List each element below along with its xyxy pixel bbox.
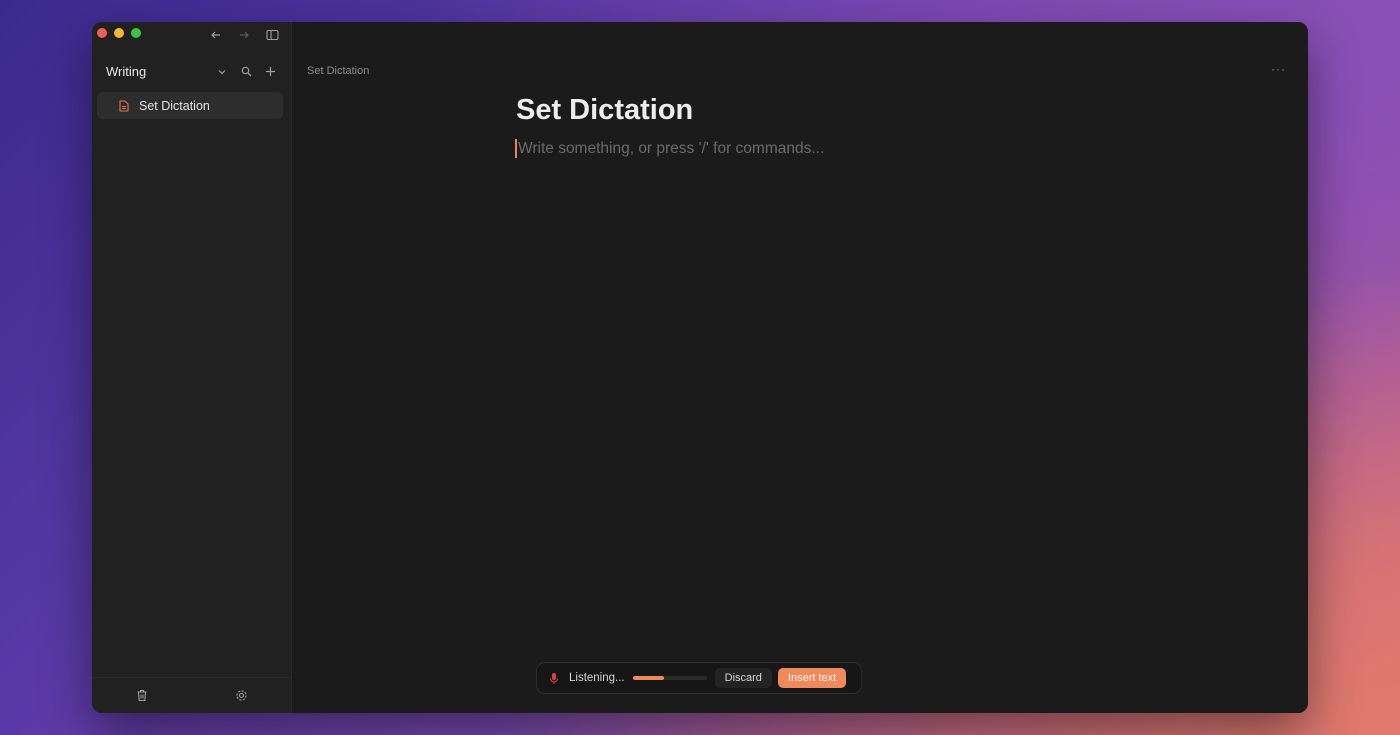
arrow-left-icon[interactable] bbox=[209, 28, 223, 42]
gear-icon[interactable] bbox=[234, 689, 248, 703]
sidebar: Writing Set Dictation bbox=[92, 22, 292, 713]
dictation-bar: Listening... Discard Insert text bbox=[536, 662, 862, 694]
insert-text-button[interactable]: Insert text bbox=[777, 668, 847, 688]
audio-level-fill bbox=[632, 676, 664, 680]
audio-level-meter bbox=[632, 676, 707, 680]
search-icon[interactable] bbox=[239, 65, 253, 79]
trash-icon[interactable] bbox=[135, 689, 149, 703]
page-title[interactable]: Set Dictation bbox=[516, 94, 693, 127]
editor-placeholder: Write something, or press '/' for comman… bbox=[518, 139, 825, 157]
text-caret bbox=[515, 139, 517, 158]
document-icon bbox=[119, 99, 131, 112]
sidebar-toolbar bbox=[209, 28, 279, 42]
minimize-window-button[interactable] bbox=[114, 28, 124, 38]
sidebar-footer bbox=[92, 677, 291, 713]
arrow-right-icon[interactable] bbox=[237, 28, 251, 42]
workspace-actions bbox=[215, 65, 277, 79]
plus-icon[interactable] bbox=[263, 65, 277, 79]
traffic-lights bbox=[97, 28, 141, 38]
editor-body[interactable]: Write something, or press '/' for comman… bbox=[515, 139, 824, 158]
zoom-window-button[interactable] bbox=[131, 28, 141, 38]
breadcrumb[interactable]: Set Dictation bbox=[307, 65, 369, 77]
workspace-header: Writing bbox=[106, 64, 277, 79]
discard-button[interactable]: Discard bbox=[714, 668, 772, 688]
sidebar-toggle-icon[interactable] bbox=[265, 28, 279, 42]
sidebar-item-set-dictation[interactable]: Set Dictation bbox=[97, 92, 283, 119]
close-window-button[interactable] bbox=[97, 28, 107, 38]
chevron-down-icon[interactable] bbox=[215, 65, 229, 79]
more-options-button[interactable]: ··· bbox=[1271, 62, 1286, 76]
workspace-name[interactable]: Writing bbox=[106, 64, 215, 79]
editor-pane: Set Dictation ··· Set Dictation Write so… bbox=[292, 22, 1308, 713]
sidebar-item-label: Set Dictation bbox=[139, 98, 210, 113]
app-window: Writing Set Dictation Set Dictation ··· … bbox=[92, 22, 1308, 713]
microphone-icon bbox=[549, 671, 561, 685]
dictation-status: Listening... bbox=[569, 672, 625, 684]
